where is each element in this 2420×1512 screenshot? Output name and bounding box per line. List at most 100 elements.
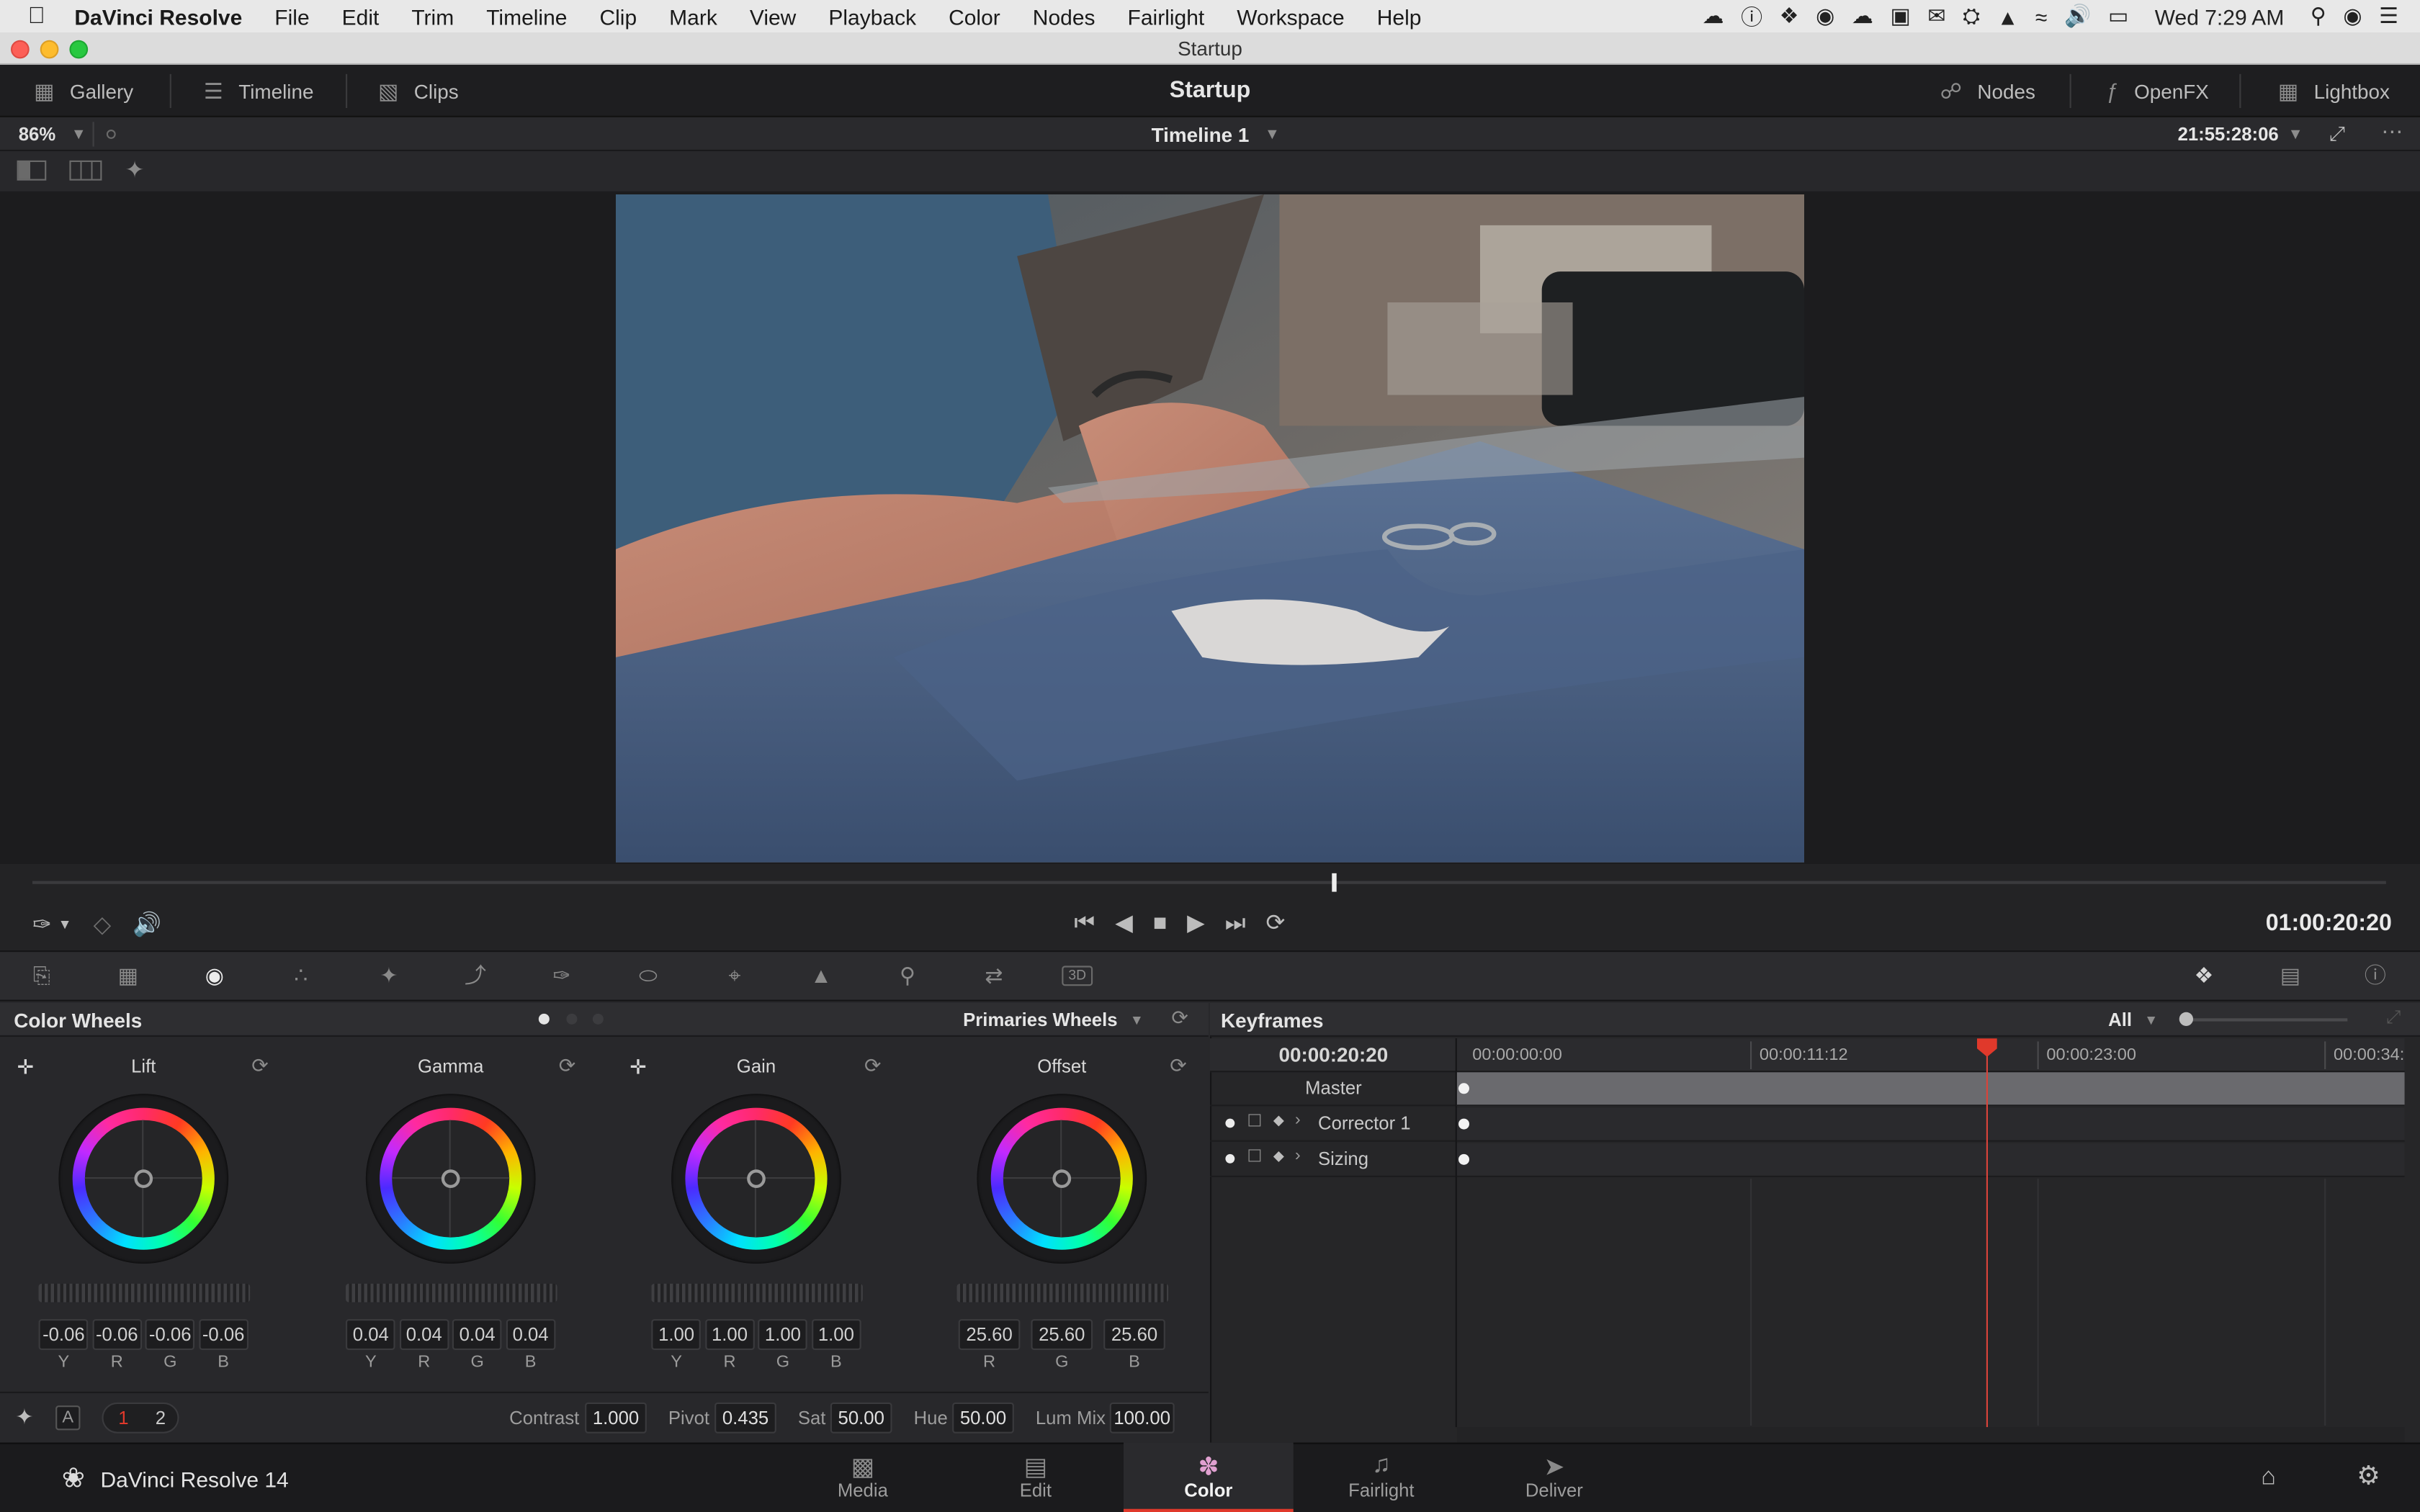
gain-value-field[interactable]: 1.00 — [758, 1319, 808, 1350]
nodes-button[interactable]: ☍ Nodes — [1940, 65, 2035, 117]
menu-mark[interactable]: Mark — [669, 4, 717, 28]
reset-all-icon[interactable]: ⟳ — [1171, 1006, 1188, 1030]
reverse-play-icon[interactable]: ◀ — [1115, 909, 1133, 936]
page-1-button[interactable]: 1 — [104, 1407, 144, 1428]
more-options-icon[interactable]: ⋯ — [2381, 119, 2403, 145]
timeline-dropdown[interactable]: Timeline 1 ▼ — [1152, 117, 1280, 151]
menu-file[interactable]: File — [274, 4, 309, 28]
airplay-icon[interactable]: ▲ — [1997, 4, 2019, 28]
gamma-value-field[interactable]: 0.04 — [452, 1319, 502, 1350]
auto-balance-icon[interactable]: ✦ — [15, 1404, 33, 1430]
zoom-window-button[interactable] — [69, 40, 89, 59]
wheel-balance-handle[interactable] — [1052, 1169, 1072, 1188]
play-icon[interactable]: ▶ — [1187, 909, 1205, 936]
page-fairlight[interactable]: ♫ Fairlight — [1296, 1443, 1466, 1512]
creative-cloud-icon[interactable]: ☁ — [1703, 3, 1724, 29]
keyframe-filter-dropdown[interactable]: All ▼ — [2108, 1003, 2158, 1037]
gamma-color-wheel[interactable] — [365, 1094, 536, 1264]
track-row-sizing[interactable]: ☐ ◆ › Sizing — [1210, 1143, 1457, 1177]
go-to-start-icon[interactable]: ⏮ — [1074, 909, 1095, 935]
lock-icon[interactable]: ☐ — [1247, 1111, 1262, 1131]
visibility-dot-icon[interactable] — [1225, 1153, 1235, 1164]
keyframe-marker[interactable] — [1458, 1153, 1469, 1165]
offset-value-field[interactable]: 25.60 — [958, 1319, 1021, 1350]
lift-master-wheel[interactable] — [38, 1283, 251, 1302]
minimize-window-button[interactable] — [40, 40, 59, 59]
status-info-icon[interactable]: ⓘ — [1741, 1, 1762, 32]
corrector-keyframe-lane[interactable] — [1456, 1107, 2405, 1142]
curves-icon[interactable]: ⤴ — [458, 963, 492, 987]
menu-color[interactable]: Color — [949, 4, 1000, 28]
page-dot[interactable] — [566, 1013, 578, 1025]
zoom-dropdown[interactable]: 86% ▼ — [19, 117, 86, 151]
stop-icon[interactable]: ■ — [1153, 909, 1167, 935]
sizing-icon[interactable]: ⇄ — [977, 963, 1010, 987]
wheel-balance-handle[interactable] — [441, 1169, 460, 1188]
viewer-frame-image[interactable] — [616, 194, 1804, 863]
wheel-balance-handle[interactable] — [134, 1169, 153, 1188]
page-color[interactable]: ✽ Color — [1124, 1442, 1294, 1512]
page-dot-active[interactable] — [538, 1013, 550, 1025]
power-window-icon[interactable]: ⬭ — [631, 963, 665, 987]
qualifier-icon[interactable]: ✑ — [544, 963, 578, 987]
lift-value-field[interactable]: -0.06 — [145, 1319, 195, 1350]
wheel-balance-handle[interactable] — [747, 1169, 766, 1188]
gamma-value-field[interactable]: 0.04 — [399, 1319, 449, 1350]
keyframe-zoom-handle[interactable] — [2179, 1012, 2193, 1026]
picker-crosshair-icon[interactable]: ✛ — [17, 1056, 34, 1080]
menu-help[interactable]: Help — [1377, 4, 1422, 28]
scopes-icon[interactable]: ▤ — [2273, 963, 2307, 987]
eyedropper-icon[interactable]: ✑ — [32, 910, 52, 937]
mail-icon[interactable]: ✉ — [1927, 3, 1945, 29]
keyframe-marker[interactable] — [1458, 1083, 1469, 1094]
visibility-dot-icon[interactable] — [1225, 1118, 1235, 1128]
menu-fairlight[interactable]: Fairlight — [1128, 4, 1205, 28]
page-dot[interactable] — [592, 1013, 604, 1025]
chevron-down-icon[interactable]: ▼ — [58, 917, 72, 932]
single-viewer-icon[interactable] — [17, 160, 47, 181]
keyframe-zoom-slider[interactable] — [2185, 1018, 2348, 1022]
go-to-end-icon[interactable]: ⏭ — [1225, 909, 1246, 935]
contrast-field[interactable]: 1.000 — [585, 1402, 647, 1434]
auto-button[interactable]: A — [55, 1405, 81, 1431]
pivot-field[interactable]: 0.435 — [714, 1402, 776, 1434]
lift-color-wheel[interactable] — [58, 1094, 229, 1264]
clips-button[interactable]: ▧ Clips — [378, 65, 459, 117]
motion-effects-icon[interactable]: ✦ — [372, 963, 405, 987]
lift-value-field[interactable]: -0.06 — [39, 1319, 89, 1350]
expand-icon[interactable]: ⤢ — [2386, 1006, 2401, 1029]
expand-chevron-icon[interactable]: › — [1295, 1111, 1301, 1130]
color-wheels-icon[interactable]: ◉ — [197, 963, 231, 987]
offset-color-wheel[interactable] — [977, 1094, 1147, 1264]
track-row-corrector[interactable]: ☐ ◆ › Corrector 1 — [1210, 1108, 1457, 1142]
scrubber-track[interactable] — [32, 881, 2386, 884]
rgb-mixer-icon[interactable]: ∴ — [284, 963, 318, 987]
menu-nodes[interactable]: Nodes — [1033, 4, 1095, 28]
timeline-button[interactable]: ☰ Timeline — [204, 65, 314, 117]
offset-value-field[interactable]: 25.60 — [1103, 1319, 1165, 1350]
magic-wand-icon[interactable]: ✦ — [125, 156, 145, 184]
gain-reset-icon[interactable]: ⟳ — [864, 1054, 881, 1079]
gain-value-field[interactable]: 1.00 — [651, 1319, 702, 1350]
3d-icon[interactable]: 3D — [1062, 966, 1093, 986]
menu-workspace[interactable]: Workspace — [1237, 4, 1345, 28]
offset-reset-icon[interactable]: ⟳ — [1170, 1054, 1186, 1079]
tracker-icon[interactable]: ⌖ — [717, 963, 751, 987]
sync-icon[interactable]: ◉ — [1816, 3, 1834, 29]
keyframe-diamond-icon[interactable]: ◆ — [1273, 1148, 1284, 1165]
lift-reset-icon[interactable]: ⟳ — [251, 1054, 268, 1079]
keyframe-marker[interactable] — [1458, 1118, 1469, 1130]
layers-icon[interactable]: ◇ — [94, 910, 112, 937]
split-screen-icon[interactable] — [69, 160, 102, 181]
home-icon[interactable]: ⌂ — [2261, 1464, 2276, 1493]
gain-value-field[interactable]: 1.00 — [704, 1319, 755, 1350]
shield-icon[interactable]: ⛭ — [1963, 3, 1980, 29]
expand-chevron-icon[interactable]: › — [1295, 1146, 1301, 1165]
volume-icon[interactable]: 🔊 — [2064, 3, 2091, 29]
cloud-app-icon[interactable]: ☁ — [1852, 3, 1873, 29]
menu-timeline[interactable]: Timeline — [486, 4, 567, 28]
picker-crosshair-icon[interactable]: ✛ — [629, 1056, 646, 1080]
lum-mix-field[interactable]: 100.00 — [1109, 1402, 1175, 1434]
menu-app-name[interactable]: DaVinci Resolve — [74, 4, 242, 28]
lift-value-field[interactable]: -0.06 — [92, 1319, 142, 1350]
